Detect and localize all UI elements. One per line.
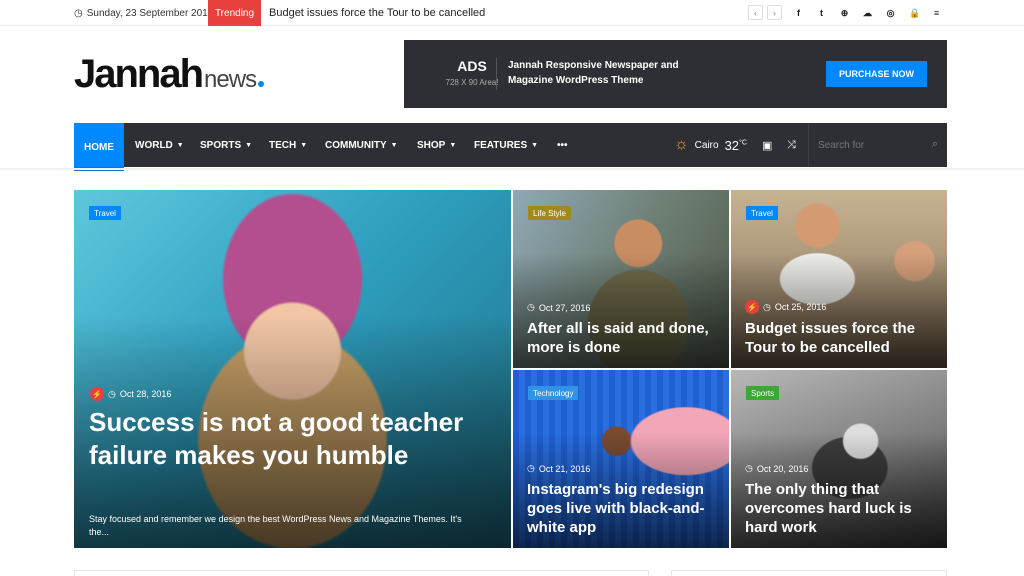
- post-meta: ◷ Oct 20, 2016: [745, 463, 808, 474]
- featured-post[interactable]: Technology ◷ Oct 21, 2016 Instagram's bi…: [513, 370, 729, 548]
- trending-label: Trending: [208, 0, 261, 26]
- clock-icon: ◷: [763, 301, 771, 312]
- nav-item-sports[interactable]: SPORTS ▼: [200, 123, 252, 167]
- nav-item-label: FEATURES: [474, 139, 528, 151]
- header-divider: [0, 168, 1024, 170]
- dribbble-icon[interactable]: ⊕: [840, 8, 849, 19]
- nav-item-label: SPORTS: [200, 139, 242, 151]
- clock-icon: ◷: [108, 388, 116, 399]
- current-date: ◷ Sunday, 23 September 2018: [74, 0, 213, 26]
- post-excerpt: Stay focused and remember we design the …: [89, 514, 462, 537]
- ad-title: ADS: [457, 58, 487, 74]
- post-date: Oct 28, 2016: [119, 389, 172, 399]
- category-badge[interactable]: Technology: [528, 386, 579, 400]
- weather-city: Cairo: [694, 139, 719, 151]
- clock-icon: ◷: [527, 302, 535, 312]
- post-meta: ⚡ ◷ Oct 25, 2016: [745, 300, 826, 314]
- featured-post[interactable]: Sports ◷ Oct 20, 2016 The only thing tha…: [731, 370, 947, 548]
- chevron-right-icon[interactable]: ›: [767, 5, 782, 20]
- nav-item-label: WORLD: [135, 139, 173, 151]
- category-badge[interactable]: Travel: [89, 206, 121, 220]
- ad-banner[interactable]: ADS 728 X 90 Area! Jannah Responsive New…: [404, 40, 947, 108]
- category-badge[interactable]: Sports: [746, 386, 780, 400]
- lock-icon[interactable]: 🔒: [909, 8, 920, 19]
- purchase-now-button[interactable]: PURCHASE NOW: [826, 61, 927, 87]
- image-overlay: [74, 190, 511, 548]
- weather-temp-value: 32: [724, 137, 740, 153]
- instagram-icon[interactable]: ◎: [886, 8, 895, 19]
- nav-item-tech[interactable]: TECH ▼: [269, 123, 307, 167]
- twitter-icon[interactable]: t: [817, 8, 826, 18]
- date-text: Sunday, 23 September 2018: [86, 7, 214, 19]
- nav-item-label: SHOP: [417, 139, 446, 151]
- category-badge[interactable]: Life Style: [528, 206, 571, 220]
- shopping-bag-icon[interactable]: ▣: [762, 123, 772, 167]
- facebook-icon[interactable]: f: [794, 8, 803, 18]
- clock-icon: ◷: [527, 463, 535, 473]
- cloud-icon[interactable]: ☁: [863, 8, 872, 19]
- nav-item-shop[interactable]: SHOP ▼: [417, 123, 456, 167]
- clock-icon: ◷: [745, 463, 753, 473]
- post-title[interactable]: Budget issues force the Tour to be cance…: [745, 319, 940, 357]
- nav-item-label: HOME: [84, 141, 114, 153]
- sidebar-section-edge: [671, 570, 947, 576]
- bolt-icon: ⚡: [90, 387, 104, 401]
- logo-dot: [258, 81, 265, 87]
- post-date: Oct 25, 2016: [774, 302, 827, 312]
- nav-item-label: TECH: [269, 139, 297, 151]
- post-date: Oct 21, 2016: [538, 463, 591, 474]
- post-title[interactable]: The only thing that overcomes hard luck …: [745, 480, 937, 537]
- logo-sub-text: news: [204, 66, 257, 93]
- search-input[interactable]: Search for ⌕: [808, 123, 947, 167]
- bolt-icon: ⚡: [745, 300, 759, 314]
- shuffle-icon[interactable]: ⤨: [787, 123, 796, 167]
- post-date: Oct 20, 2016: [756, 463, 809, 474]
- chevron-left-icon[interactable]: ‹: [748, 5, 763, 20]
- chevron-down-icon: ▼: [390, 141, 398, 149]
- nav-item-community[interactable]: COMMUNITY ▼: [325, 123, 398, 167]
- nav-item-label: COMMUNITY: [325, 139, 387, 151]
- featured-post[interactable]: Travel ⚡ ◷ Oct 25, 2016 Budget issues fo…: [731, 190, 947, 368]
- sun-icon: ☼: [674, 136, 689, 153]
- post-title[interactable]: After all is said and done, more is done: [527, 319, 717, 357]
- chevron-down-icon: ▼: [531, 141, 539, 149]
- social-icons: f t ⊕ ☁ ◎ 🔒 ≡: [794, 0, 941, 26]
- nav-item-more[interactable]: •••: [557, 123, 568, 167]
- search-placeholder: Search for: [818, 139, 865, 151]
- chevron-down-icon: ▼: [300, 141, 308, 149]
- featured-post[interactable]: Life Style ◷ Oct 27, 2016 After all is s…: [513, 190, 729, 368]
- category-badge[interactable]: Travel: [746, 206, 778, 220]
- trending-headline-link[interactable]: Budget issues force the Tour to be cance…: [269, 0, 485, 26]
- post-title[interactable]: Success is not a good teacher failure ma…: [89, 406, 489, 472]
- search-icon[interactable]: ⌕: [932, 138, 938, 151]
- content-section-edge: [74, 570, 649, 576]
- post-date: Oct 27, 2016: [538, 302, 591, 313]
- chevron-down-icon: ▼: [176, 141, 184, 149]
- post-title[interactable]: Instagram's big redesign goes live with …: [527, 480, 719, 537]
- featured-post-large[interactable]: Travel ⚡ ◷ Oct 28, 2016 Success is not a…: [74, 190, 511, 548]
- logo-main-text: Jannah: [74, 52, 204, 96]
- chevron-down-icon: ▼: [245, 141, 253, 149]
- trending-arrows: ‹ ›: [748, 5, 782, 20]
- weather-temp: 32°C: [725, 138, 747, 153]
- nav-item-home[interactable]: HOME: [74, 123, 124, 171]
- menu-icon[interactable]: ≡: [932, 8, 941, 18]
- clock-icon: ◷: [74, 7, 83, 19]
- chevron-down-icon: ▼: [449, 141, 457, 149]
- weather-widget: ☼ Cairo 32°C: [674, 123, 747, 167]
- post-meta: ◷ Oct 27, 2016: [527, 302, 590, 313]
- post-meta: ⚡ ◷ Oct 28, 2016: [90, 387, 171, 401]
- ad-divider: [496, 58, 497, 90]
- nav-item-world[interactable]: WORLD ▼: [135, 123, 184, 167]
- main-nav: HOME WORLD ▼ SPORTS ▼ TECH ▼ COMMUNITY ▼ SHO…: [74, 123, 947, 171]
- more-icon: •••: [557, 139, 568, 151]
- site-logo[interactable]: Jannah news: [74, 52, 265, 96]
- ad-description: Jannah Responsive Newspaper and Magazine…: [508, 60, 679, 86]
- weather-unit: °C: [739, 139, 747, 147]
- nav-item-features[interactable]: FEATURES ▼: [474, 123, 538, 167]
- top-bar: ◷ Sunday, 23 September 2018 Trending Bud…: [0, 0, 1024, 26]
- post-meta: ◷ Oct 21, 2016: [527, 463, 590, 474]
- ad-size: 728 X 90 Area!: [445, 78, 499, 87]
